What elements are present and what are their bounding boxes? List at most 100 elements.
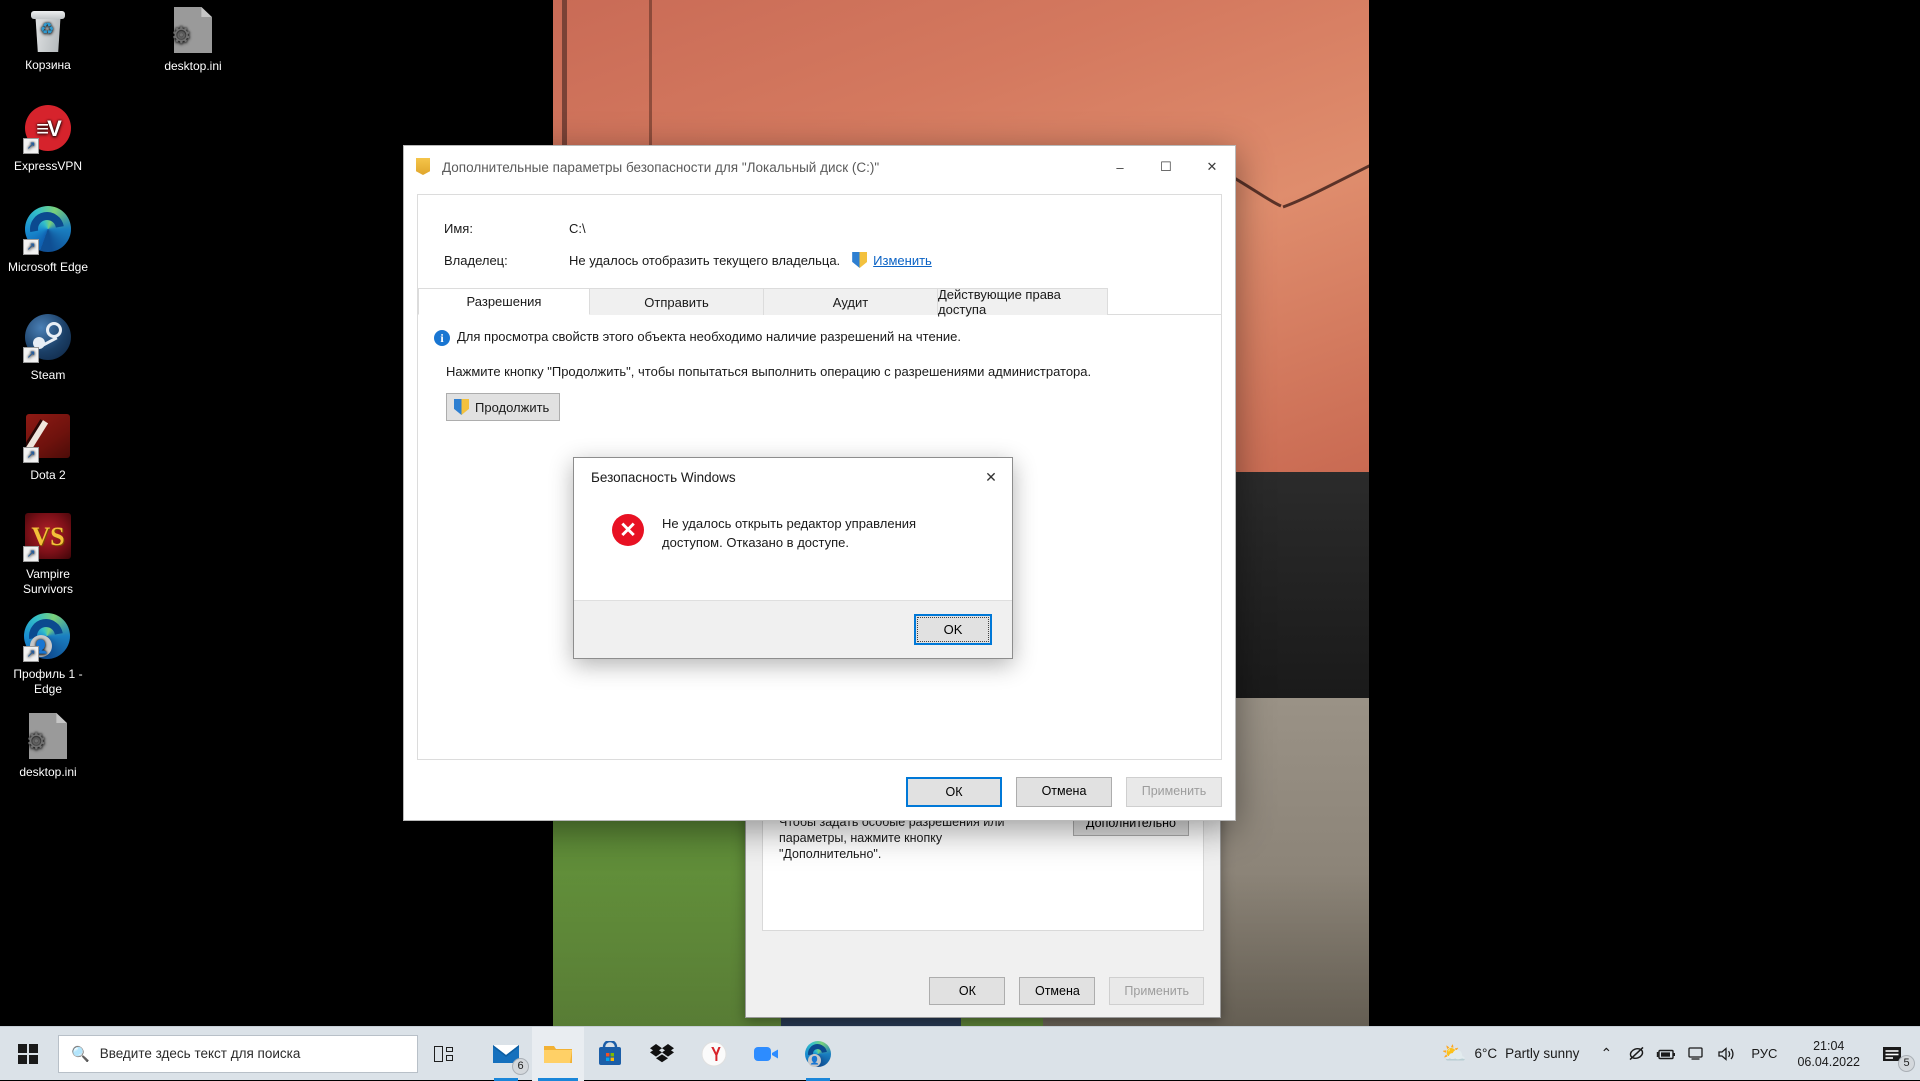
info-text: Для просмотра свойств этого объекта необ…: [457, 329, 961, 344]
error-dialog-title: Безопасность Windows: [591, 469, 736, 485]
edge-profile-taskbar-button[interactable]: 👤: [792, 1027, 844, 1081]
properties-footer: ОК Отмена Применить: [746, 977, 1204, 1005]
owner-value: Не удалось отобразить текущего владельца…: [569, 252, 841, 268]
dota2-icon: ↗: [23, 414, 72, 463]
continue-hint-text: Нажмите кнопку "Продолжить", чтобы попыт…: [446, 364, 1092, 379]
desktop-icon-label: Steam: [30, 368, 66, 382]
mail-taskbar-button[interactable]: 6: [480, 1027, 532, 1081]
input-language-indicator[interactable]: РУС: [1741, 1027, 1787, 1081]
desktop-icon-vampire-survivors[interactable]: VS ↗ Vampire Survivors: [0, 512, 96, 597]
edge-profile-icon: 👤 ↗: [23, 613, 72, 662]
owner-label: Владелец:: [444, 252, 508, 268]
zoom-icon: [754, 1046, 778, 1061]
name-value: C:\: [569, 220, 586, 236]
mail-badge: 6: [512, 1057, 529, 1075]
dropbox-taskbar-button[interactable]: [636, 1027, 688, 1081]
file-explorer-taskbar-button[interactable]: [532, 1026, 584, 1081]
microsoft-store-icon: [599, 1040, 621, 1065]
search-icon: 🔍: [71, 1045, 90, 1063]
desktop[interactable]: ♻ Корзина ⚙ desktop.ini ≡V ↗ ExpressVPN …: [0, 0, 1920, 1081]
desktop-icon-recycle-bin[interactable]: ♻ Корзина: [0, 6, 96, 73]
shortcut-arrow-icon: ↗: [23, 546, 39, 562]
tab-permissions[interactable]: Разрешения: [418, 288, 590, 315]
desktop-icon-microsoft-edge[interactable]: ↗ Microsoft Edge: [0, 205, 96, 275]
minimize-button[interactable]: –: [1097, 146, 1143, 188]
system-tray[interactable]: ⛅ 6°C Partly sunny ⌃ РУС 21:04 06.04.202…: [1430, 1027, 1920, 1081]
desktop-icon-label: desktop.ini: [19, 765, 77, 779]
zoom-taskbar-button[interactable]: [740, 1027, 792, 1081]
advanced-cancel-button[interactable]: Отмена: [1016, 777, 1112, 807]
clock-date: 06.04.2022: [1797, 1054, 1860, 1069]
desktop-icon-label: Vampire Survivors: [22, 567, 73, 596]
windows-logo-icon: [18, 1043, 38, 1064]
clock-time: 21:04: [1813, 1038, 1845, 1053]
desktop-icon-edge-profile-1[interactable]: 👤 ↗ Профиль 1 - Edge: [0, 613, 96, 697]
windows-security-error-dialog[interactable]: Безопасность Windows ✕ ✕ Не удалось откр…: [573, 457, 1013, 659]
properties-ok-button[interactable]: ОК: [929, 977, 1006, 1005]
shortcut-arrow-icon: ↗: [23, 347, 39, 363]
dropbox-icon: [650, 1043, 674, 1062]
tab-share[interactable]: Отправить: [590, 288, 764, 315]
advanced-ok-button[interactable]: ОК: [906, 777, 1002, 807]
weather-widget[interactable]: ⛅ 6°C Partly sunny: [1430, 1027, 1592, 1081]
continue-button[interactable]: Продолжить: [446, 393, 561, 421]
advanced-security-footer: ОК Отмена Применить: [906, 777, 1222, 807]
window-title: Дополнительные параметры безопасности дл…: [442, 159, 880, 175]
clock[interactable]: 21:04 06.04.2022: [1787, 1027, 1870, 1081]
taskbar[interactable]: 🔍 Введите здесь текст для поиска 6 👤 ⛅ 6…: [0, 1026, 1920, 1081]
uac-shield-icon: [454, 399, 469, 415]
search-input[interactable]: 🔍 Введите здесь текст для поиска: [58, 1034, 418, 1073]
shortcut-arrow-icon: ↗: [23, 239, 39, 255]
notification-center-button[interactable]: 5: [1870, 1027, 1915, 1081]
desktop-icon-label: Профиль 1 - Edge: [13, 667, 83, 696]
show-hidden-icons-button[interactable]: ⌃: [1591, 1027, 1621, 1081]
search-placeholder: Введите здесь текст для поиска: [99, 1046, 301, 1061]
yandex-browser-taskbar-button[interactable]: [688, 1027, 740, 1081]
shortcut-arrow-icon: ↗: [23, 138, 39, 154]
ini-file-icon: ⚙: [171, 7, 212, 53]
error-message: Не удалось открыть редактор управления д…: [662, 516, 917, 550]
network-icon[interactable]: [1681, 1027, 1711, 1081]
error-dialog-content: ✕ Не удалось открыть редактор управления…: [574, 496, 1012, 552]
tab-effective-access[interactable]: Действующие права доступа: [938, 287, 1108, 317]
desktop-icon-expressvpn[interactable]: ≡V ↗ ExpressVPN: [0, 104, 96, 174]
permissions-tabs[interactable]: Разрешения Отправить Аудит Действующие п…: [418, 287, 1221, 317]
microsoft-store-taskbar-button[interactable]: [584, 1027, 636, 1081]
advanced-security-titlebar[interactable]: Дополнительные параметры безопасности дл…: [404, 146, 1235, 188]
name-label: Имя:: [444, 220, 473, 236]
notification-badge: 5: [1898, 1054, 1915, 1072]
maximize-button[interactable]: ☐: [1143, 146, 1189, 188]
weather-description: Partly sunny: [1505, 1046, 1580, 1061]
continue-button-label: Продолжить: [475, 399, 550, 415]
desktop-icon-steam[interactable]: ↗ Steam: [0, 313, 96, 383]
owner-row: Владелец: Не удалось отобразить текущего…: [418, 245, 1221, 275]
volume-icon[interactable]: [1711, 1027, 1741, 1081]
uac-shield-icon: [852, 252, 868, 268]
disk-properties-window[interactable]: Чтобы задать особые разрешения или парам…: [745, 790, 1221, 1018]
desktop-icon-desktop-ini-bottom[interactable]: ⚙ desktop.ini: [0, 712, 96, 780]
error-dialog-titlebar[interactable]: Безопасность Windows ✕: [574, 458, 1012, 496]
desktop-icon-desktop-ini-top[interactable]: ⚙ desktop.ini: [145, 6, 241, 74]
advanced-apply-button: Применить: [1126, 777, 1222, 807]
expressvpn-icon: ≡V ↗: [23, 105, 72, 154]
read-permission-info: i Для просмотра свойств этого объекта не…: [418, 315, 1221, 346]
properties-cancel-button[interactable]: Отмена: [1019, 977, 1096, 1005]
file-explorer-icon: [544, 1045, 572, 1063]
recycle-bin-icon: ♻: [28, 8, 68, 52]
change-owner-link[interactable]: Изменить: [873, 253, 932, 268]
start-button[interactable]: [0, 1027, 56, 1081]
error-close-button[interactable]: ✕: [970, 458, 1012, 496]
battery-icon[interactable]: [1651, 1027, 1681, 1081]
desktop-icon-label: desktop.ini: [164, 59, 222, 73]
properties-apply-button: Применить: [1109, 977, 1204, 1005]
shortcut-arrow-icon: ↗: [23, 447, 39, 463]
vampire-survivors-icon: VS ↗: [23, 513, 72, 562]
task-view-button[interactable]: [418, 1027, 470, 1081]
close-button[interactable]: ✕: [1189, 146, 1235, 188]
desktop-icon-dota-2[interactable]: ↗ Dota 2: [0, 412, 96, 483]
error-ok-button[interactable]: OK: [914, 614, 992, 645]
tab-audit[interactable]: Аудит: [764, 288, 938, 315]
desktop-icon-label: ExpressVPN: [13, 159, 83, 173]
steam-icon: ↗: [23, 314, 72, 363]
mouse-icon[interactable]: [1621, 1027, 1651, 1081]
